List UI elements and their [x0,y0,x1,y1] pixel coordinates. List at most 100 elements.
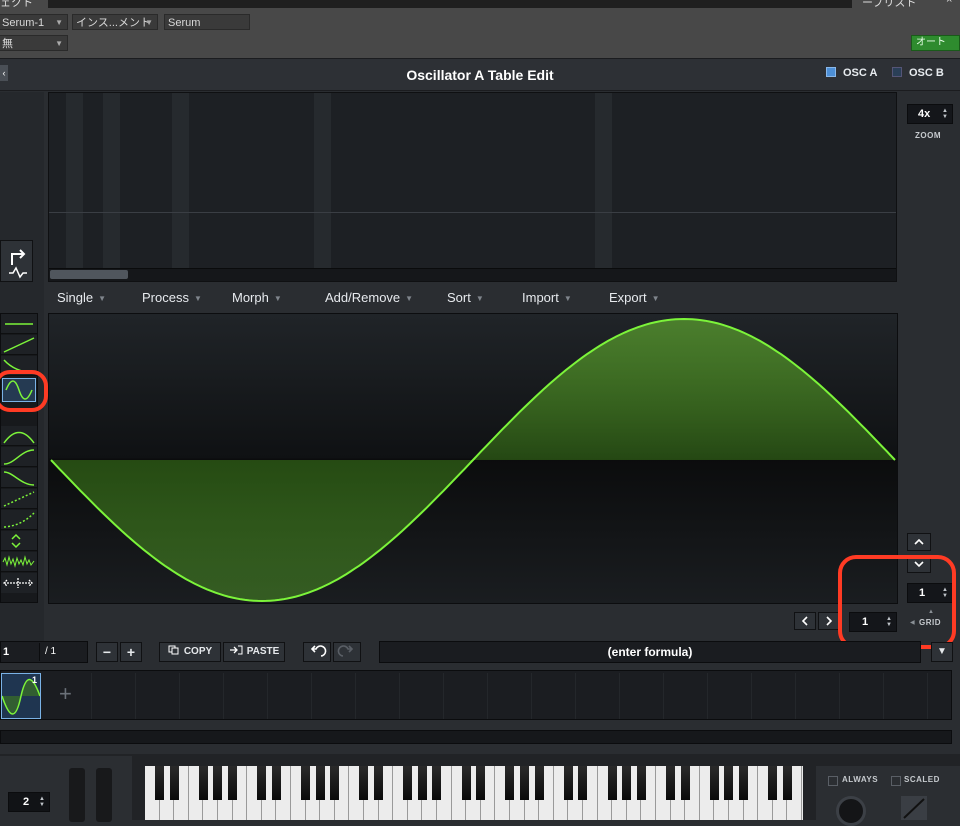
octave-stepper[interactable]: 2 ▲ ▼ [8,792,50,812]
black-key[interactable] [607,766,617,800]
osc-b-toggle[interactable]: OSC B [892,67,944,79]
mod-wheel[interactable] [96,768,112,822]
black-key[interactable] [373,766,383,800]
shape-updown-button[interactable] [1,531,37,551]
shape-dotted-curve-button[interactable] [1,510,37,530]
export-arrow-button[interactable] [0,240,33,282]
black-key[interactable] [359,766,369,800]
pitch-wheel[interactable] [69,768,85,822]
chevron-left-icon [801,616,808,626]
frame-slot [267,673,311,719]
menu-process[interactable]: Process ▼ [142,290,202,305]
black-key[interactable] [330,766,340,800]
black-key[interactable] [563,766,573,800]
copy-button[interactable]: COPY [159,642,221,662]
black-key[interactable] [271,766,281,800]
always-checkbox[interactable] [828,776,838,786]
black-key[interactable] [154,766,164,800]
decay-icon [3,471,35,486]
shape-decay-button[interactable] [1,468,37,488]
osc-a-toggle[interactable]: OSC A [826,67,877,79]
black-key[interactable] [417,766,427,800]
scaled-checkbox[interactable] [891,776,901,786]
black-key[interactable] [198,766,208,800]
checkbox-icon [826,67,836,77]
paste-button[interactable]: PASTE [223,642,285,662]
remove-frame-button[interactable]: − [96,642,118,662]
black-key[interactable] [534,766,544,800]
frame-thumbnail[interactable]: 1 [1,673,41,719]
black-key[interactable] [738,766,748,800]
menu-export-label: Export [609,290,647,305]
undo-button[interactable] [303,642,331,662]
overview-scrollbar[interactable] [49,268,896,281]
black-key[interactable] [315,766,325,800]
scrollbar-thumb[interactable] [50,270,128,279]
menu-single[interactable]: Single ▼ [57,290,106,305]
preset-select-value: Serum-1 [2,17,45,29]
frame-slot [311,673,355,719]
menu-morph[interactable]: Morph ▼ [232,290,282,305]
shape-hump-button[interactable] [1,426,37,446]
velocity-knob[interactable] [836,796,866,826]
grid-up-button[interactable] [907,533,931,551]
shape-ramp-button[interactable] [1,335,37,355]
black-key[interactable] [724,766,734,800]
menu-add-remove[interactable]: Add/Remove ▼ [325,290,413,305]
shape-noise-button[interactable] [1,552,37,572]
formula-dropdown-button[interactable]: ▼ [931,642,953,662]
mode-select[interactable]: 無 ▼ [0,35,68,51]
piano-keyboard[interactable] [145,766,803,820]
menu-import[interactable]: Import ▼ [522,290,572,305]
menu-sort-label: Sort [447,290,471,305]
black-key[interactable] [519,766,529,800]
black-key[interactable] [622,766,632,800]
black-key[interactable] [476,766,486,800]
black-key[interactable] [665,766,675,800]
black-key[interactable] [403,766,413,800]
frame-strip-scrollbar[interactable] [0,730,952,744]
shape-scurve-button[interactable] [1,447,37,467]
black-key[interactable] [461,766,471,800]
diagonal-curve-icon [903,798,925,819]
black-key[interactable] [636,766,646,800]
next-frame-button[interactable] [818,612,840,630]
waveform-canvas[interactable] [49,314,897,603]
preset-select[interactable]: Serum-1 ▼ [0,14,68,30]
menu-sort[interactable]: Sort ▼ [447,290,484,305]
black-key[interactable] [227,766,237,800]
shape-dotted-ramp-button[interactable] [1,489,37,509]
shape-flat-button[interactable] [1,314,37,334]
add-frame-button[interactable]: + [120,642,142,662]
frame-position-field[interactable]: 1 / 1 [0,641,88,663]
add-frame-plus-icon[interactable]: + [59,681,72,707]
frame-slot [619,673,663,719]
black-key[interactable] [213,766,223,800]
black-key[interactable] [709,766,719,800]
redo-icon [337,645,354,657]
caret-down-icon: ▼ [98,294,107,303]
shape-stretch-button[interactable] [1,573,37,593]
black-key[interactable] [768,766,778,800]
redo-button[interactable] [333,642,361,662]
close-icon[interactable]: × [946,0,952,6]
overview-frame-bar [66,93,83,268]
formula-input[interactable]: (enter formula) [379,641,921,663]
black-key[interactable] [169,766,179,800]
prev-frame-button[interactable] [794,612,816,630]
black-key[interactable] [300,766,310,800]
black-key[interactable] [505,766,515,800]
waveform-editor[interactable] [48,313,898,604]
caret-down-icon: ▼ [937,646,947,657]
black-key[interactable] [257,766,267,800]
instrument-select[interactable]: インス...メント ▼ [72,14,158,30]
caret-down-icon: ▼ [563,294,572,303]
zoom-stepper[interactable]: 4x ▲ ▼ [907,104,953,124]
plugin-select[interactable]: Serum [164,14,250,30]
auto-button[interactable]: オート [911,35,960,51]
black-key[interactable] [680,766,690,800]
black-key[interactable] [578,766,588,800]
menu-export[interactable]: Export ▼ [609,290,660,305]
black-key[interactable] [782,766,792,800]
black-key[interactable] [432,766,442,800]
